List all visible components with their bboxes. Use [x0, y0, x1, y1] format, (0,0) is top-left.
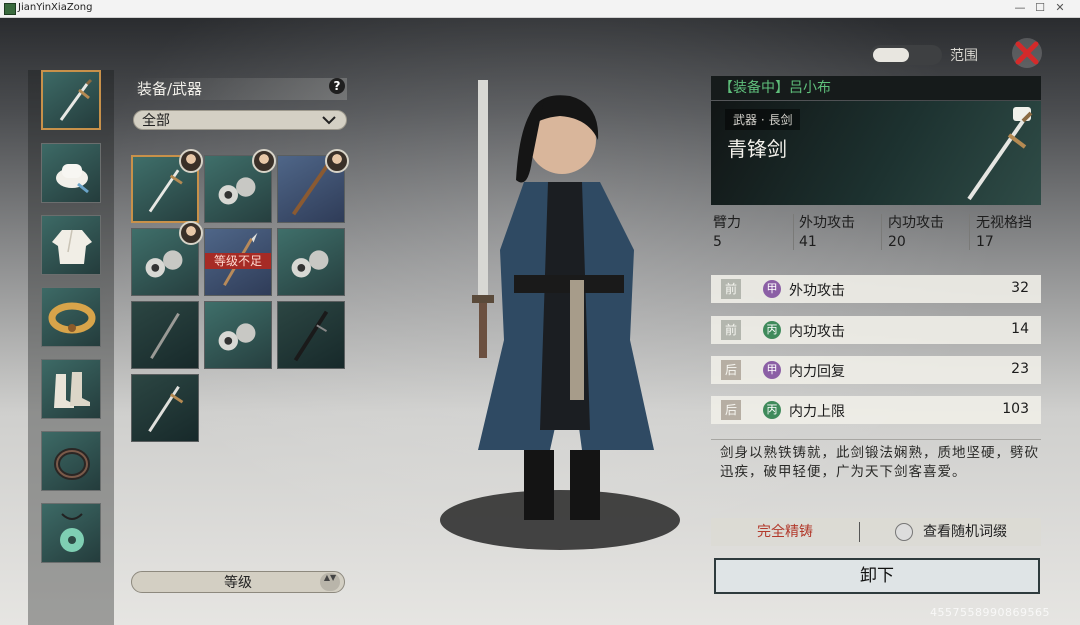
owner-avatar — [325, 149, 349, 173]
affix-position: 后 — [721, 360, 741, 380]
affix-name: 内力回复 — [789, 364, 845, 380]
sort-label: 等级 — [224, 575, 252, 591]
window-title: JianYinXiaZong — [18, 2, 93, 13]
affix-row: 后 甲 内力回复 23 — [711, 356, 1041, 384]
inventory-item-gauntlets[interactable] — [204, 301, 272, 369]
inventory-title: 装备/武器 — [131, 78, 347, 100]
sword-icon — [967, 111, 1033, 201]
affix-position: 前 — [721, 279, 741, 299]
affix-name: 外功攻击 — [789, 283, 845, 299]
inventory-item-dark-sword[interactable] — [277, 301, 345, 369]
belt-icon — [48, 302, 96, 334]
spear-icon — [150, 312, 180, 360]
full-refine-button[interactable]: 完全精铸 — [711, 518, 859, 546]
category-pendant[interactable] — [41, 503, 101, 563]
sword-icon — [148, 385, 184, 433]
affix-grade-badge: 甲 — [763, 361, 781, 379]
category-boots[interactable] — [41, 359, 101, 419]
affix-grade-badge: 丙 — [763, 401, 781, 419]
affix-grade-badge: 甲 — [763, 280, 781, 298]
owner-avatar — [179, 149, 203, 173]
view-affix-label: 查看随机词缀 — [923, 524, 1007, 540]
stat-internal-attack: 内功攻击 20 — [888, 215, 944, 250]
affix-position: 后 — [721, 400, 741, 420]
category-ring[interactable] — [41, 431, 101, 491]
close-icon[interactable] — [1010, 36, 1044, 70]
view-affix-button[interactable]: 查看随机词缀 — [861, 518, 1041, 546]
character-portrait — [440, 80, 680, 550]
filter-value: 全部 — [142, 113, 170, 129]
sword-icon — [59, 78, 93, 121]
affix-grade-badge: 丙 — [763, 321, 781, 339]
affix-value: 103 — [1002, 401, 1029, 417]
stat-external-attack: 外功攻击 41 — [799, 215, 855, 250]
pendant-icon — [60, 513, 84, 552]
range-toggle-label: 范围 — [950, 48, 978, 64]
affix-value: 23 — [1011, 361, 1029, 377]
weapon-type: 武器 · 長剑 — [725, 109, 801, 130]
owner-avatar — [252, 149, 276, 173]
user-id: 4557558990869565 — [930, 606, 1050, 619]
affix-value: 14 — [1011, 321, 1029, 337]
affix-name: 内功攻击 — [789, 324, 845, 340]
search-icon — [895, 523, 913, 541]
sword-icon — [293, 310, 329, 362]
category-hat[interactable] — [41, 143, 101, 203]
affix-row: 前 甲 外功攻击 32 — [711, 275, 1041, 303]
chevron-down-icon — [322, 116, 336, 125]
gauntlet-icon — [218, 323, 256, 351]
category-robe[interactable] — [41, 215, 101, 275]
range-toggle[interactable] — [870, 45, 942, 65]
game-viewport: 装备/武器 ? 全部 等级不足 等级 ▲▼ 范围 【装备中】吕小布 武器 · 長… — [0, 18, 1080, 625]
window-close-button[interactable]: ✕ — [1040, 0, 1080, 17]
stat-ignore-block: 无视格挡 17 — [976, 215, 1032, 250]
stat-strength: 臂力 5 — [713, 215, 741, 250]
weapon-card: 武器 · 長剑 青锋剑 — [711, 101, 1041, 205]
sort-arrows-icon[interactable]: ▲▼ — [320, 573, 340, 591]
item-description: 剑身以熟铁铸就，此剑锻法娴熟，质地坚硬，劈砍迅疾，破甲轻便，广为天下剑客喜爱。 — [720, 445, 1039, 480]
gauntlet-icon — [291, 250, 329, 278]
filter-dropdown[interactable]: 全部 — [133, 110, 347, 130]
level-warning-badge: 等级不足 — [205, 253, 271, 269]
weapon-name: 青锋剑 — [727, 137, 787, 161]
unequip-button[interactable]: 卸下 — [714, 558, 1040, 594]
owner-avatar — [179, 221, 203, 245]
stats-row: 臂力 5 外功攻击 41 内功攻击 20 无视格挡 17 — [711, 212, 1041, 254]
hat-icon — [56, 164, 89, 194]
help-icon[interactable]: ? — [329, 78, 345, 94]
sort-dropdown[interactable]: 等级 ▲▼ — [131, 571, 345, 593]
action-row: 完全精铸 查看随机词缀 — [711, 518, 1041, 546]
equipped-by-bar: 【装备中】吕小布 — [711, 76, 1041, 100]
inventory-item-spear[interactable] — [131, 301, 199, 369]
boots-icon — [54, 372, 90, 408]
inventory-item-sword[interactable] — [131, 374, 199, 442]
affix-value: 32 — [1011, 280, 1029, 296]
window-titlebar: JianYinXiaZong — ☐ ✕ — [0, 0, 1080, 18]
ring-icon — [54, 448, 90, 480]
app-icon — [4, 3, 16, 15]
affix-position: 前 — [721, 320, 741, 340]
robe-icon — [52, 229, 92, 264]
affix-row: 前 丙 内功攻击 14 — [711, 316, 1041, 344]
inventory-item-gauntlets[interactable] — [277, 228, 345, 296]
category-belt[interactable] — [41, 287, 101, 347]
affix-name: 内力上限 — [789, 404, 845, 420]
affix-row: 后 丙 内力上限 103 — [711, 396, 1041, 424]
category-weapon[interactable] — [41, 70, 101, 130]
